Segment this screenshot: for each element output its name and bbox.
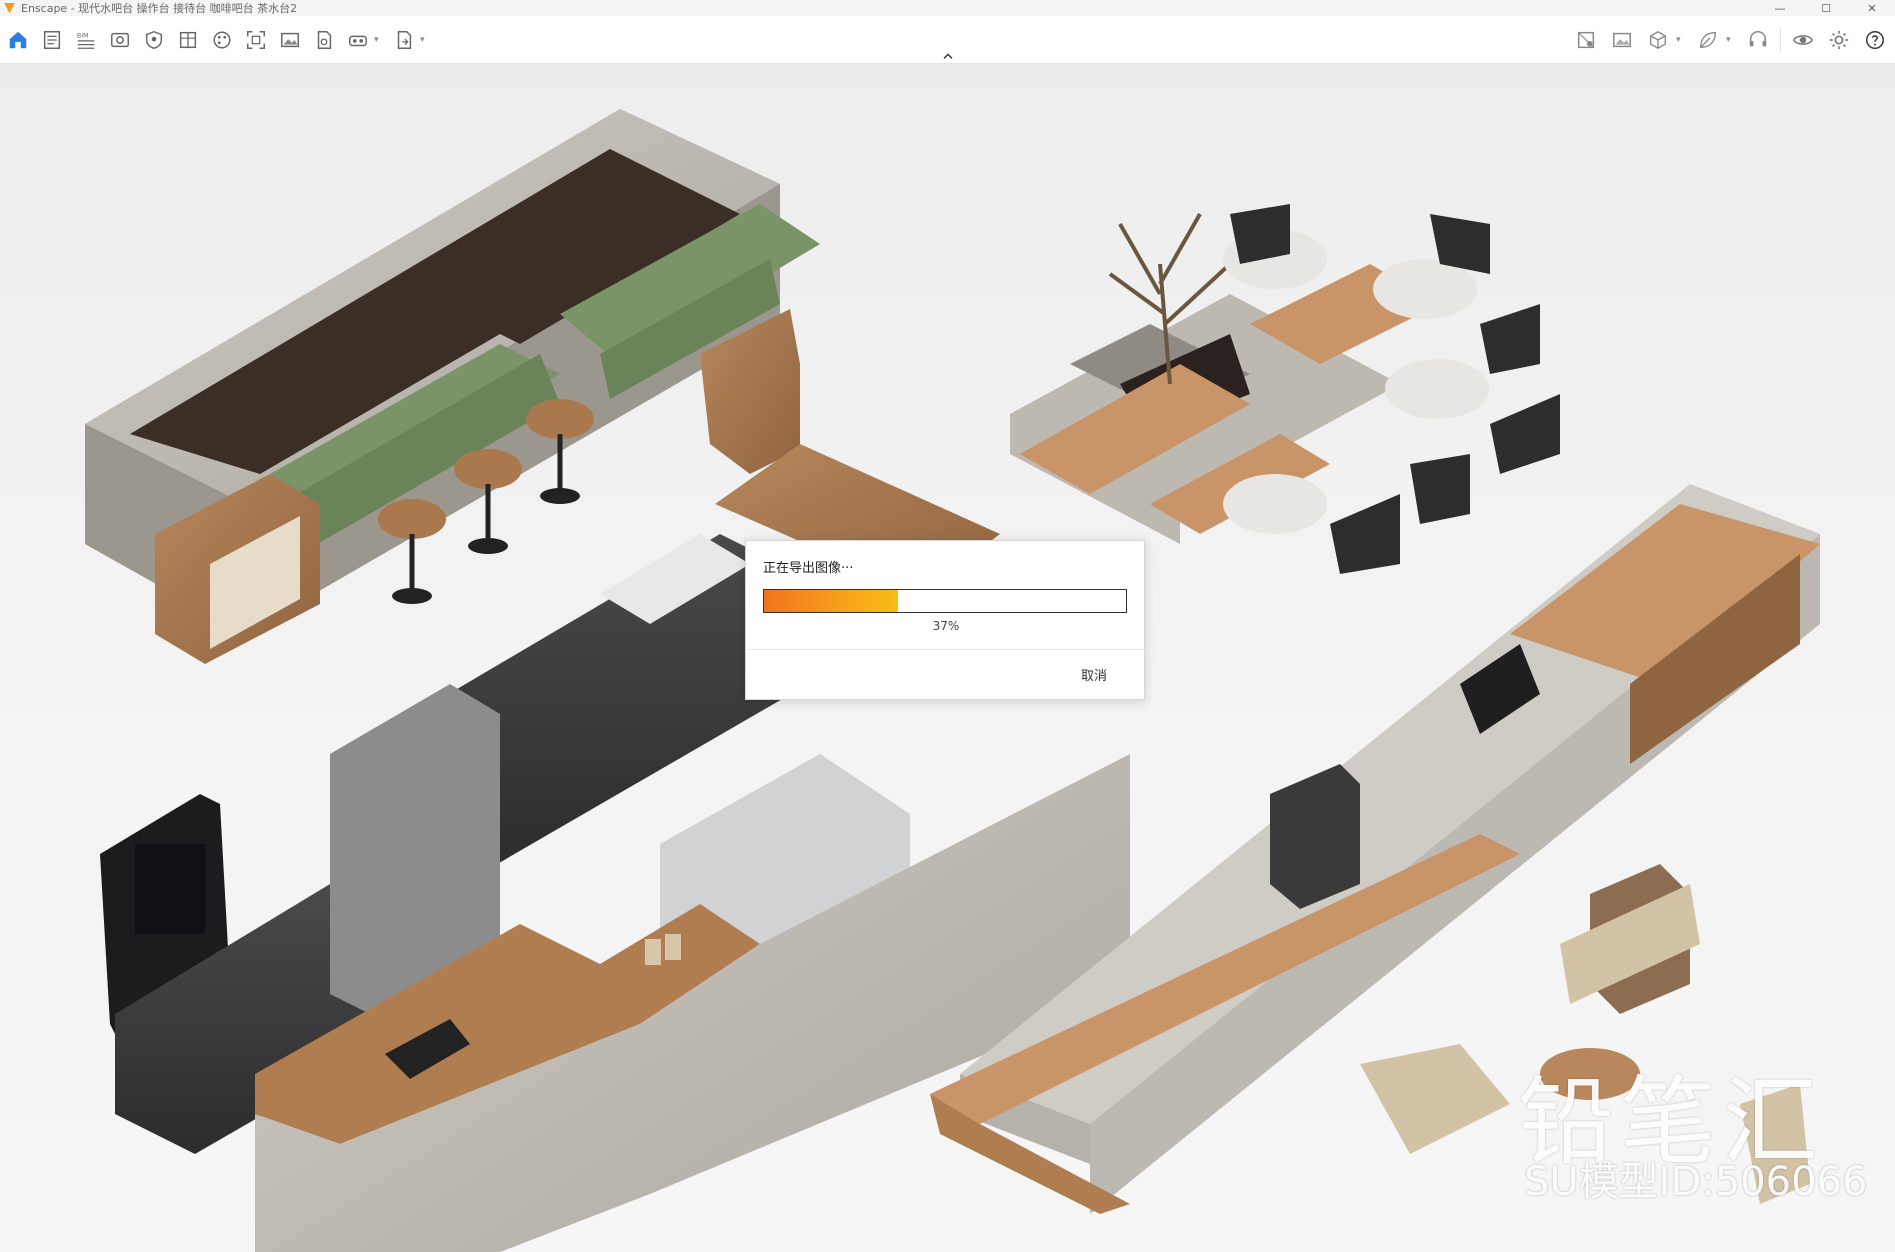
vr-icon[interactable] xyxy=(344,26,372,54)
cafe-seating xyxy=(1010,204,1560,574)
settings-icon[interactable] xyxy=(1825,26,1853,54)
minimize-button[interactable]: — xyxy=(1757,0,1803,16)
chevron-up-icon[interactable] xyxy=(938,46,958,66)
maximize-button[interactable]: ☐ xyxy=(1803,0,1849,16)
shield-icon[interactable] xyxy=(140,26,168,54)
toolbar-right: ▾ ▾ xyxy=(1572,26,1889,54)
bim-icon[interactable]: BIM xyxy=(72,26,100,54)
material-icon[interactable] xyxy=(1572,26,1600,54)
image-icon[interactable] xyxy=(276,26,304,54)
window-controls: — ☐ ✕ xyxy=(1757,0,1895,16)
toolbar: BIM ▾ ▾ ▾ ▾ xyxy=(0,16,1895,64)
image-settings-icon[interactable] xyxy=(1608,26,1636,54)
export-dropdown-icon[interactable]: ▾ xyxy=(420,35,430,45)
toolbar-left: BIM ▾ ▾ xyxy=(4,26,430,54)
leaf-dropdown-icon[interactable]: ▾ xyxy=(1726,35,1736,45)
help-icon[interactable] xyxy=(1861,26,1889,54)
watermark-model-id: SU模型ID:506066 xyxy=(1524,1159,1868,1205)
headset-icon[interactable] xyxy=(1744,26,1772,54)
export-icon[interactable] xyxy=(390,26,418,54)
cube-dropdown-icon[interactable]: ▾ xyxy=(1676,35,1686,45)
title-bar: Enscape - 现代水吧台 操作台 接待台 咖啡吧台 茶水台2 — ☐ ✕ xyxy=(0,0,1895,16)
cancel-button[interactable]: 取消 xyxy=(1064,661,1124,687)
bim-label: BIM xyxy=(77,31,89,39)
vr-dropdown-icon[interactable]: ▾ xyxy=(374,35,384,45)
close-button[interactable]: ✕ xyxy=(1849,0,1895,16)
home-icon[interactable] xyxy=(4,26,32,54)
export-dialog: 正在导出图像··· 37% 取消 xyxy=(745,540,1146,700)
view-icon[interactable] xyxy=(106,26,134,54)
cube-icon[interactable] xyxy=(1644,26,1672,54)
capture-icon[interactable] xyxy=(242,26,270,54)
enscape-logo-icon xyxy=(4,2,15,14)
leaf-icon[interactable] xyxy=(1694,26,1722,54)
progress-fill xyxy=(764,590,898,612)
asset-icon[interactable] xyxy=(310,26,338,54)
dialog-title: 正在导出图像··· xyxy=(763,561,854,576)
palette-icon[interactable] xyxy=(208,26,236,54)
dialog-divider xyxy=(746,649,1146,650)
progress-percent: 37% xyxy=(932,619,960,633)
notes-icon[interactable] xyxy=(38,26,66,54)
progress-bar xyxy=(763,589,1127,613)
window-title: Enscape - 现代水吧台 操作台 接待台 咖啡吧台 茶水台2 xyxy=(21,2,298,15)
book-icon[interactable] xyxy=(174,26,202,54)
visibility-icon[interactable] xyxy=(1789,26,1817,54)
toolbar-separator xyxy=(1780,28,1781,52)
